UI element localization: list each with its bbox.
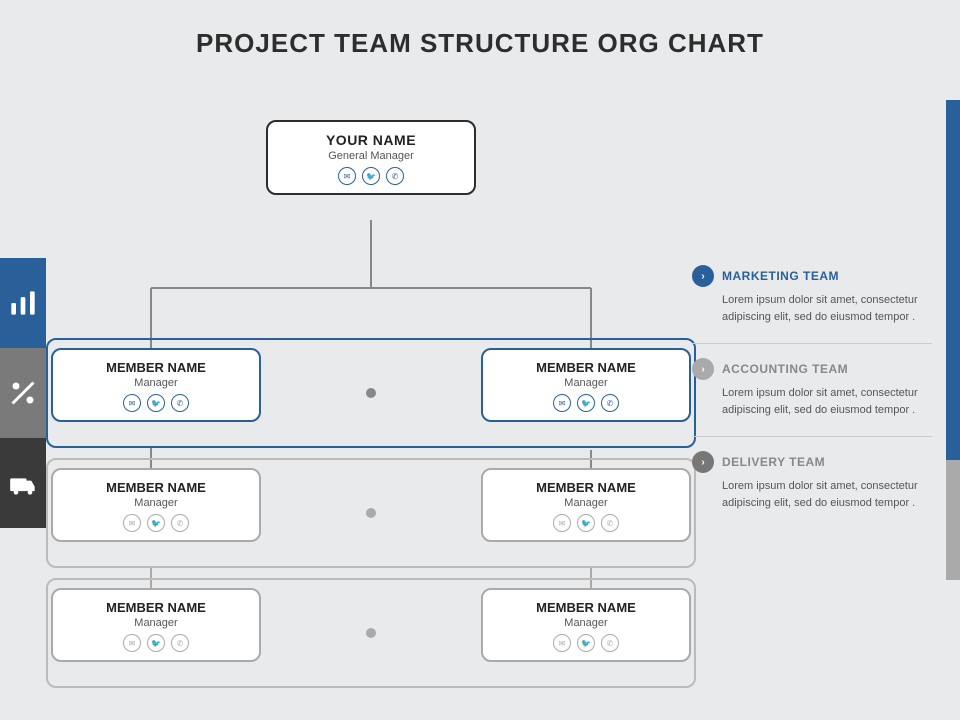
slide-title: PROJECT TEAM STRUCTURE ORG CHART (0, 0, 960, 69)
truck-icon (9, 469, 37, 497)
row3-left-contacts: ✉ 🐦 ✆ (67, 634, 245, 652)
email-icon-r3l: ✉ (123, 634, 141, 652)
row1-right-role: Manager (497, 377, 675, 389)
percent-icon (9, 379, 37, 407)
row2-right-contacts: ✉ 🐦 ✆ (497, 514, 675, 532)
row3-right-name: MEMBER NAME (497, 600, 675, 615)
row3-left-name: MEMBER NAME (67, 600, 245, 615)
org-chart: YOUR NAME General Manager ✉ 🐦 ✆ MEMBER N… (46, 90, 696, 680)
sidebar-tab-percent[interactable] (0, 348, 46, 438)
info-marketing: › MARKETING TEAM Lorem ipsum dolor sit a… (692, 255, 932, 339)
row1-left-name: MEMBER NAME (67, 360, 245, 375)
phone-icon-r2l: ✆ (171, 514, 189, 532)
email-icon: ✉ (338, 167, 356, 185)
right-bar-gray (946, 460, 960, 580)
top-node-role: General Manager (282, 150, 460, 162)
delivery-text: Lorem ipsum dolor sit amet, consectetur … (722, 478, 932, 511)
row1-left-role: Manager (67, 377, 245, 389)
delivery-team-name: DELIVERY TEAM (722, 455, 825, 469)
top-node-contacts: ✉ 🐦 ✆ (282, 167, 460, 185)
right-bar-blue (946, 100, 960, 460)
email-icon-r2l: ✉ (123, 514, 141, 532)
info-delivery: › DELIVERY TEAM Lorem ipsum dolor sit am… (692, 441, 932, 525)
row1-right-card: MEMBER NAME Manager ✉ 🐦 ✆ (481, 348, 691, 422)
row3-right-contacts: ✉ 🐦 ✆ (497, 634, 675, 652)
divider-1 (692, 343, 932, 344)
accounting-team-name: ACCOUNTING TEAM (722, 362, 848, 376)
phone-icon: ✆ (386, 167, 404, 185)
twitter-icon-r2l: 🐦 (147, 514, 165, 532)
row1-right-contacts: ✉ 🐦 ✆ (497, 394, 675, 412)
slide: PROJECT TEAM STRUCTURE ORG CHART (0, 0, 960, 720)
row1-left-card: MEMBER NAME Manager ✉ 🐦 ✆ (51, 348, 261, 422)
marketing-chevron: › (692, 265, 714, 287)
twitter-icon: 🐦 (362, 167, 380, 185)
accounting-text: Lorem ipsum dolor sit amet, consectetur … (722, 385, 932, 418)
phone-icon-r1r: ✆ (601, 394, 619, 412)
phone-icon-r3r: ✆ (601, 634, 619, 652)
twitter-icon-r2r: 🐦 (577, 514, 595, 532)
row3-right-role: Manager (497, 617, 675, 629)
row2-left-contacts: ✉ 🐦 ✆ (67, 514, 245, 532)
divider-2 (692, 436, 932, 437)
sidebar (0, 258, 46, 528)
info-accounting-header: › ACCOUNTING TEAM (692, 358, 932, 380)
email-icon-r1r: ✉ (553, 394, 571, 412)
email-icon-r2r: ✉ (553, 514, 571, 532)
row2-left-role: Manager (67, 497, 245, 509)
row2-left-card: MEMBER NAME Manager ✉ 🐦 ✆ (51, 468, 261, 542)
email-icon-r3r: ✉ (553, 634, 571, 652)
info-accounting: › ACCOUNTING TEAM Lorem ipsum dolor sit … (692, 348, 932, 432)
twitter-icon-r3r: 🐦 (577, 634, 595, 652)
row2-right-name: MEMBER NAME (497, 480, 675, 495)
top-node-name: YOUR NAME (282, 132, 460, 148)
info-delivery-header: › DELIVERY TEAM (692, 451, 932, 473)
row2-left-name: MEMBER NAME (67, 480, 245, 495)
sidebar-tab-chart[interactable] (0, 258, 46, 348)
phone-icon-r1l: ✆ (171, 394, 189, 412)
sidebar-tab-delivery[interactable] (0, 438, 46, 528)
info-marketing-header: › MARKETING TEAM (692, 265, 932, 287)
top-node: YOUR NAME General Manager ✉ 🐦 ✆ (266, 120, 476, 195)
chart-icon (9, 289, 37, 317)
accounting-chevron: › (692, 358, 714, 380)
row1-right-name: MEMBER NAME (497, 360, 675, 375)
marketing-text: Lorem ipsum dolor sit amet, consectetur … (722, 292, 932, 325)
info-panel: › MARKETING TEAM Lorem ipsum dolor sit a… (692, 255, 932, 525)
twitter-icon-r1r: 🐦 (577, 394, 595, 412)
row2-right-role: Manager (497, 497, 675, 509)
row2-right-card: MEMBER NAME Manager ✉ 🐦 ✆ (481, 468, 691, 542)
marketing-team-name: MARKETING TEAM (722, 269, 839, 283)
row1-left-contacts: ✉ 🐦 ✆ (67, 394, 245, 412)
row3-left-card: MEMBER NAME Manager ✉ 🐦 ✆ (51, 588, 261, 662)
phone-icon-r2r: ✆ (601, 514, 619, 532)
delivery-chevron: › (692, 451, 714, 473)
email-icon-r1l: ✉ (123, 394, 141, 412)
twitter-icon-r1l: 🐦 (147, 394, 165, 412)
right-sidebar (946, 100, 960, 580)
phone-icon-r3l: ✆ (171, 634, 189, 652)
row3-left-role: Manager (67, 617, 245, 629)
twitter-icon-r3l: 🐦 (147, 634, 165, 652)
row3-right-card: MEMBER NAME Manager ✉ 🐦 ✆ (481, 588, 691, 662)
